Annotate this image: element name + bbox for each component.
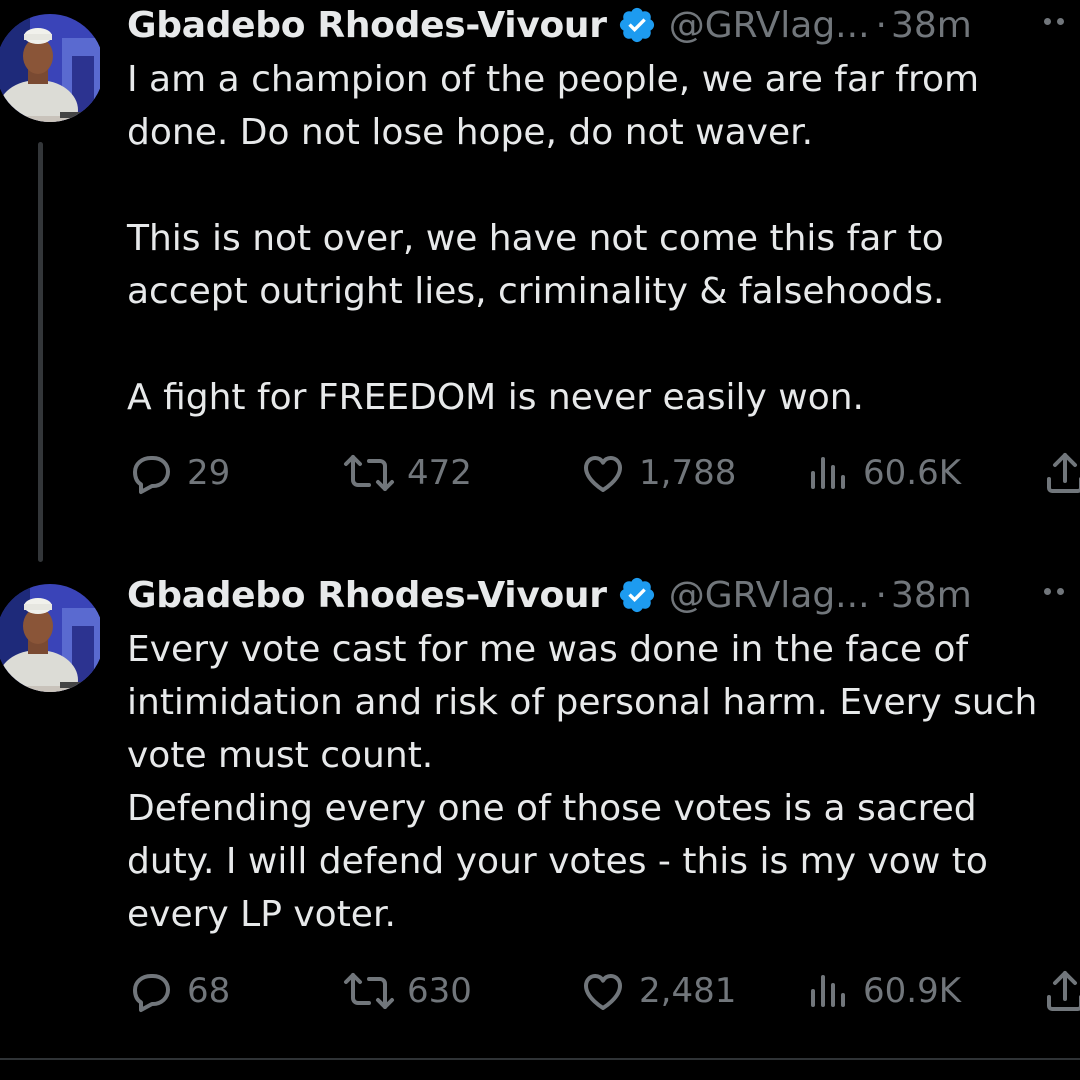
tweet-text: I am a champion of the people, we are fa… xyxy=(127,53,1077,424)
views-button[interactable]: 60.9K xyxy=(803,963,961,1019)
tweet-text-line: accept outright lies, criminality & fals… xyxy=(127,271,945,312)
reply-icon xyxy=(127,449,175,497)
tweet-text-line: Defending every one of those votes is a … xyxy=(127,788,977,829)
tweet-actions: 29 472 1,788 60.6K xyxy=(127,445,1080,501)
like-icon xyxy=(579,967,627,1015)
avatar[interactable] xyxy=(0,8,100,128)
author-handle[interactable]: @GRVlag... xyxy=(669,575,870,616)
timestamp[interactable]: 38m xyxy=(891,5,972,46)
author-handle[interactable]: @GRVlag... xyxy=(669,5,870,46)
tweet[interactable]: Gbadebo Rhodes-Vivour @GRVlag... · 38m E… xyxy=(0,570,1080,1060)
tweet-text-line: Every vote cast for me was done in the f… xyxy=(127,629,969,670)
tweet-text-line: I am a champion of the people, we are fa… xyxy=(127,59,980,100)
views-button[interactable]: 60.6K xyxy=(803,445,961,501)
separator-dot: · xyxy=(875,574,887,616)
repost-button[interactable]: 472 xyxy=(343,445,472,501)
reply-icon xyxy=(127,967,175,1015)
paragraph-break xyxy=(127,159,1077,212)
reply-count: 68 xyxy=(187,971,231,1011)
tweet-text-line: vote must count. xyxy=(127,735,434,776)
tweet-header: Gbadebo Rhodes-Vivour @GRVlag... · 38m xyxy=(127,570,972,620)
views-count: 60.9K xyxy=(863,971,961,1011)
thread-connector-line xyxy=(38,142,43,562)
tweet[interactable]: Gbadebo Rhodes-Vivour @GRVlag... · 38m I… xyxy=(0,0,1080,570)
author-name[interactable]: Gbadebo Rhodes-Vivour xyxy=(127,5,607,46)
tweet-header: Gbadebo Rhodes-Vivour @GRVlag... · 38m xyxy=(127,0,972,50)
share-button[interactable] xyxy=(1041,963,1080,1019)
reply-button[interactable]: 29 xyxy=(127,445,230,501)
tweet-actions: 68 630 2,481 60.9K xyxy=(127,963,1080,1019)
views-count: 60.6K xyxy=(863,453,961,493)
repost-button[interactable]: 630 xyxy=(343,963,472,1019)
tweet-text-line: duty. I will defend your votes - this is… xyxy=(127,841,988,882)
avatar[interactable] xyxy=(0,578,100,698)
like-icon xyxy=(579,449,627,497)
verified-badge-icon[interactable] xyxy=(617,5,657,45)
repost-icon xyxy=(343,449,395,497)
like-button[interactable]: 2,481 xyxy=(579,963,736,1019)
tweet-text-line: every LP voter. xyxy=(127,894,396,935)
like-button[interactable]: 1,788 xyxy=(579,445,736,501)
tweet-text-line: This is not over, we have not come this … xyxy=(127,218,944,259)
repost-count: 472 xyxy=(407,453,472,493)
author-name[interactable]: Gbadebo Rhodes-Vivour xyxy=(127,575,607,616)
share-button[interactable] xyxy=(1041,445,1080,501)
verified-badge-icon[interactable] xyxy=(617,575,657,615)
tweet-text-line: done. Do not lose hope, do not waver. xyxy=(127,112,814,153)
more-icon[interactable] xyxy=(1044,588,1064,595)
tweet-text-line: A fight for FREEDOM is never easily won. xyxy=(127,377,864,418)
like-count: 1,788 xyxy=(639,453,737,493)
share-icon xyxy=(1041,967,1080,1015)
repost-count: 630 xyxy=(407,971,472,1011)
tweet-text-line: intimidation and risk of personal harm. … xyxy=(127,682,1038,723)
reply-count: 29 xyxy=(187,453,231,493)
separator-dot: · xyxy=(875,4,887,46)
share-icon xyxy=(1041,449,1080,497)
timestamp[interactable]: 38m xyxy=(891,575,972,616)
tweet-text: Every vote cast for me was done in the f… xyxy=(127,623,1077,941)
like-count: 2,481 xyxy=(639,971,737,1011)
repost-icon xyxy=(343,967,395,1015)
views-icon xyxy=(803,967,851,1015)
more-icon[interactable] xyxy=(1044,18,1064,25)
divider xyxy=(0,1058,1080,1060)
paragraph-break xyxy=(127,318,1077,371)
reply-button[interactable]: 68 xyxy=(127,963,230,1019)
views-icon xyxy=(803,449,851,497)
